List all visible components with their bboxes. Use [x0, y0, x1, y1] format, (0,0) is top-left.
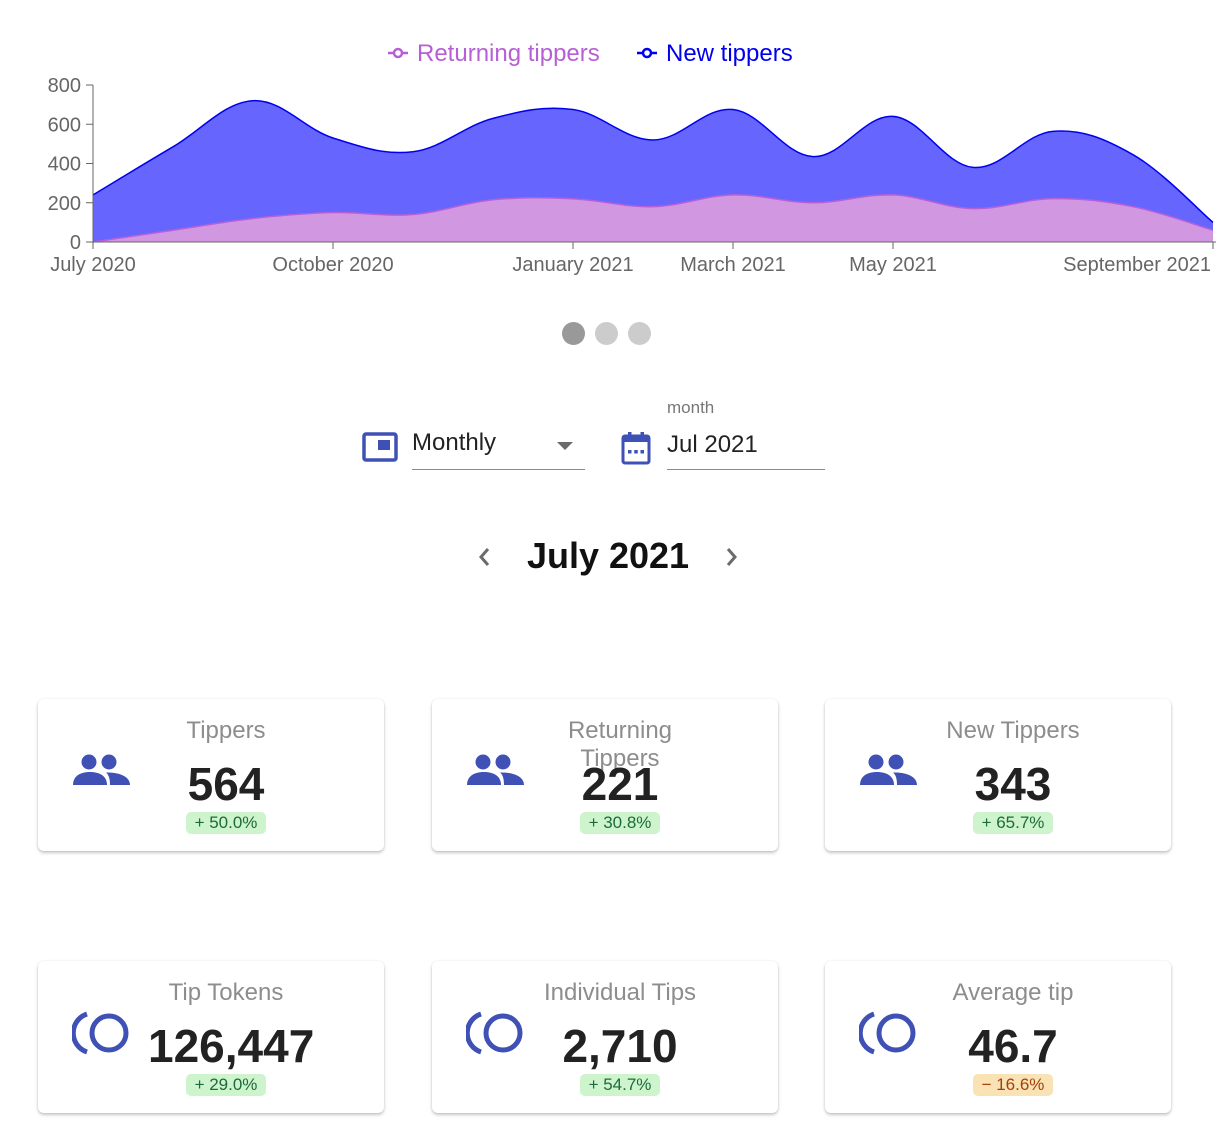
y-tick-label: 600 [48, 114, 81, 136]
next-period-button[interactable] [718, 539, 746, 575]
month-field-label: month [667, 398, 715, 417]
chevron-right-icon [726, 548, 737, 566]
period-navigator: July 2021 [470, 533, 746, 583]
x-tick-label: January 2021 [512, 254, 633, 276]
change-badge: + 30.8% [579, 812, 661, 834]
y-tick-label: 800 [48, 75, 81, 97]
stat-card-tip-tokens: Tip Tokens 126,447 + 29.0% [38, 961, 384, 1113]
people-icon [859, 749, 919, 793]
period-title: July 2021 [526, 535, 690, 576]
stat-card-average-tip: Average tip 46.7− 16.6% [825, 961, 1171, 1113]
carousel-dot-3[interactable] [628, 322, 651, 345]
people-icon [466, 749, 526, 793]
calendar-icon [621, 432, 651, 465]
people-icon [72, 749, 132, 793]
stat-title: Average tip [952, 979, 1074, 1006]
legend-label: New tippers [666, 40, 793, 67]
carousel-dot-2[interactable] [595, 322, 618, 345]
month-field-underline [667, 469, 825, 470]
chevron-left-icon [479, 548, 490, 566]
stat-card-individual-tips: Individual Tips 2,710 + 54.7% [432, 961, 778, 1113]
y-tick-label: 0 [70, 232, 81, 254]
stat-title: Individual Tips [543, 979, 697, 1006]
x-tick-label: July 2020 [50, 254, 136, 276]
stat-title: Tip Tokens [168, 979, 284, 1006]
carousel-pagination [562, 322, 651, 345]
x-tick-label: March 2021 [680, 254, 786, 276]
change-badge: + 50.0% [185, 812, 267, 834]
tippers-area-chart: 0 200 400 600 800 July 2020 October 2020 Januar… [48, 40, 1216, 276]
x-tick-label: May 2021 [849, 254, 937, 276]
stat-title: Tippers [186, 717, 266, 744]
token-icon [464, 1011, 526, 1055]
stat-value: 343 [974, 758, 1052, 810]
change-badge: + 65.7% [972, 812, 1054, 834]
legend-item-new-tippers[interactable]: New tippers [637, 40, 793, 67]
month-field-value[interactable]: Jul 2021 [667, 431, 758, 459]
legend-marker-icon [392, 47, 404, 59]
stat-value: 46.7 [968, 1020, 1058, 1072]
stat-card-new-tippers: New Tippers 343 + 65.7% [825, 699, 1171, 851]
stat-card-returning-tippers: Returning Tippers 221 + 30.8% [432, 699, 778, 851]
x-tick-label: October 2020 [272, 254, 393, 276]
token-icon [857, 1011, 919, 1055]
filter-controls: Monthly month Jul 2021 [360, 396, 830, 476]
change-badge: − 16.6% [972, 1074, 1054, 1096]
interval-select-value: Monthly [412, 429, 497, 456]
chevron-down-icon [557, 442, 573, 450]
view-week-icon [362, 432, 398, 462]
change-badge: + 29.0% [185, 1074, 267, 1096]
stat-value: 221 [581, 758, 659, 810]
legend-label: Returning tippers [417, 40, 600, 67]
carousel-dot-1[interactable] [562, 322, 585, 345]
legend-marker-icon [641, 47, 653, 59]
token-icon [70, 1011, 132, 1055]
y-tick-label: 200 [48, 193, 81, 215]
stat-card-tippers: Tippers 564 + 50.0% [38, 699, 384, 851]
interval-select[interactable]: Monthly [412, 424, 585, 470]
x-tick-label: September 2021 [1063, 254, 1211, 276]
stat-value: 564 [187, 758, 265, 810]
previous-period-button[interactable] [470, 539, 498, 575]
legend-item-returning-tippers[interactable]: Returning tippers [388, 40, 600, 67]
stat-title: New Tippers [946, 717, 1080, 744]
stat-value: 2,710 [562, 1020, 678, 1072]
change-badge: + 54.7% [579, 1074, 661, 1096]
y-tick-label: 400 [48, 154, 81, 176]
stat-value: 126,447 [148, 1020, 315, 1072]
month-date-field[interactable]: month Jul 2021 [667, 396, 825, 470]
